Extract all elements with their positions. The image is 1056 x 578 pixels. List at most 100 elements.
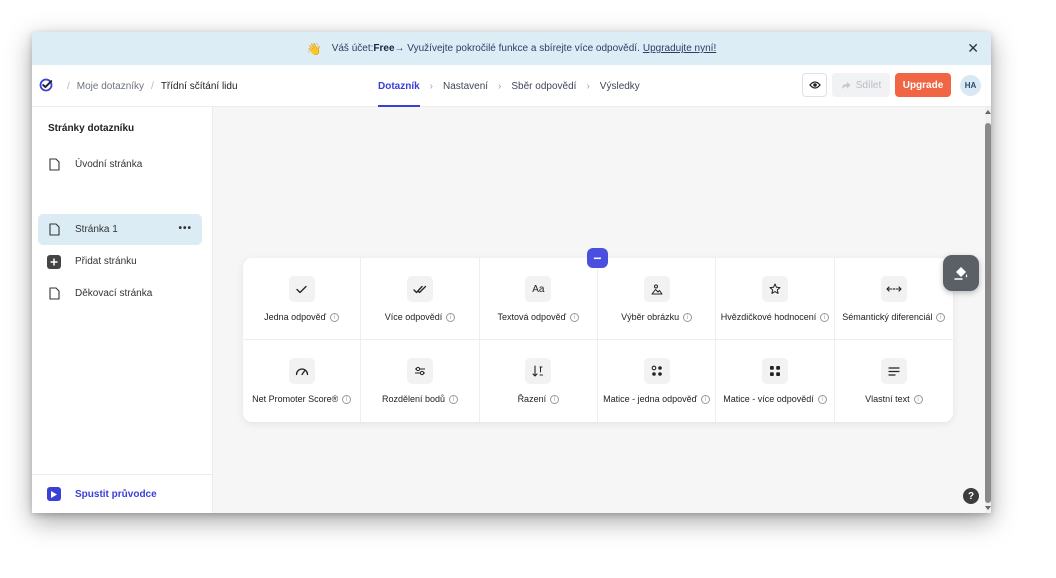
info-icon[interactable]: i [701, 394, 711, 404]
plus-icon [47, 254, 61, 269]
chevron-right-icon: › [586, 80, 590, 92]
info-icon[interactable]: i [570, 312, 580, 322]
question-type-label: Textová odpověď [497, 312, 567, 322]
question-type-semanticky-diferencial[interactable]: Sémantický diferenciál i [834, 258, 953, 340]
info-icon[interactable]: i [817, 394, 827, 404]
question-type-panel: Jedna odpověď i Více odpovědí i Aa Textová… [243, 258, 953, 422]
sidebar-item-label: Děkovací stránka [75, 288, 153, 299]
question-type-matice-jedna-odpoved[interactable]: Matice - jedna odpověď i [598, 340, 717, 422]
arrows-icon [880, 276, 907, 302]
breadcrumb-separator: / [151, 80, 154, 92]
question-type-label: Matice - jedna odpověď [603, 394, 698, 404]
breadcrumb-separator: / [67, 80, 70, 92]
matrix-single-icon [643, 358, 670, 384]
collapse-panel-button[interactable]: − [587, 248, 608, 268]
app-window: 👋 Váš účet: Free → Využívejte pokročilé … [32, 32, 991, 513]
info-icon[interactable]: i [330, 312, 340, 322]
scrollbar-thumb[interactable] [985, 123, 991, 503]
question-type-label: Řazení [517, 394, 547, 404]
question-type-vice-odpovedi[interactable]: Více odpovědí i [361, 258, 480, 340]
sidebar-item-uvodni-stranka[interactable]: Úvodní stránka [38, 149, 202, 180]
question-type-grid: Jedna odpověď i Více odpovědí i Aa Textová… [243, 258, 953, 422]
info-icon[interactable]: i [936, 312, 946, 322]
question-type-razeni[interactable]: Řazení i [480, 340, 598, 422]
sidebar-item-stranka-1[interactable]: Stránka 1 ••• [38, 214, 202, 245]
tab-vysledky[interactable]: Výsledky [600, 65, 640, 107]
question-type-textova-odpoved[interactable]: Aa Textová odpověď i [479, 258, 598, 340]
info-icon[interactable]: i [820, 312, 830, 322]
theme-design-button[interactable] [943, 255, 979, 291]
start-guide-label: Spustit průvodce [75, 488, 157, 500]
text-icon: Aa [525, 276, 552, 302]
question-type-vlastni-text[interactable]: Vlastní text i [835, 340, 953, 422]
info-icon[interactable]: i [683, 312, 693, 322]
tab-sber-odpovedi[interactable]: Sběr odpovědí [511, 65, 576, 107]
banner-message: → Využívejte pokročilé funkce a sbírejte… [394, 43, 640, 54]
sliders-icon [406, 358, 433, 384]
page-icon [47, 223, 61, 237]
banner-plan: Free [373, 43, 395, 54]
breadcrumb-parent[interactable]: Moje dotazníky [77, 81, 144, 92]
scrollbar[interactable] [985, 107, 991, 513]
upgrade-link[interactable]: Upgradujte nyní! [643, 43, 716, 54]
question-type-label: Net Promoter Score® [252, 394, 339, 404]
breadcrumb: / Moje dotazníky / Třídní sčítání lidu [60, 65, 238, 107]
sidebar-item-pridat-stranku[interactable]: Přidat stránku [38, 246, 202, 277]
image-icon [643, 276, 670, 302]
sort-icon [525, 358, 552, 384]
share-button[interactable]: Sdílet [832, 73, 890, 97]
question-type-rozdeleni-bodu[interactable]: Rozdělení bodů i [361, 340, 480, 422]
double-check-icon [406, 276, 433, 302]
logo-check-icon[interactable] [39, 78, 53, 92]
close-banner-icon[interactable]: ✕ [967, 40, 979, 57]
question-type-label: Hvězdičkové hodnocení [720, 312, 817, 322]
banner-prefix: Váš účet: [331, 43, 374, 54]
preview-button[interactable] [802, 73, 827, 97]
question-type-vyber-obrazku[interactable]: Výběr obrázku i [598, 258, 717, 340]
sidebar: Stránky dotazníku Úvodní stránka Stránka… [32, 107, 213, 513]
upgrade-button[interactable]: Upgrade [895, 73, 951, 97]
info-icon[interactable]: i [342, 394, 352, 404]
question-type-nps[interactable]: Net Promoter Score® i [243, 340, 362, 422]
star-icon [761, 276, 788, 302]
question-type-label: Více odpovědí [384, 312, 443, 322]
info-icon[interactable]: i [913, 394, 923, 404]
question-type-label: Vlastní text [865, 394, 910, 404]
paragraph-icon [880, 358, 907, 384]
play-icon [47, 487, 61, 501]
sidebar-item-label: Přidat stránku [75, 256, 137, 267]
account-banner: 👋 Váš účet: Free → Využívejte pokročilé … [32, 32, 991, 65]
eye-icon [808, 81, 821, 89]
info-icon[interactable]: i [449, 394, 459, 404]
chevron-right-icon: › [429, 80, 434, 92]
sidebar-title: Stránky dotazníku [48, 123, 135, 134]
question-type-label: Rozdělení bodů [381, 394, 446, 404]
info-icon[interactable]: i [446, 312, 456, 322]
check-icon [288, 276, 315, 302]
question-type-jedna-odpoved[interactable]: Jedna odpověď i [243, 258, 362, 340]
page-icon [47, 158, 61, 172]
info-icon[interactable]: i [550, 394, 560, 404]
tab-nastaveni[interactable]: Nastavení [443, 65, 488, 107]
question-type-label: Matice - více odpovědí [723, 394, 814, 404]
question-type-label: Sémantický diferenciál [842, 312, 933, 322]
question-type-hvezdickove-hodnoceni[interactable]: Hvězdičkové hodnocení i [716, 258, 835, 340]
sidebar-item-label: Stránka 1 [75, 224, 118, 235]
gauge-icon [288, 358, 315, 384]
tab-dotaznik[interactable]: Dotazník [378, 65, 420, 107]
start-guide-button[interactable]: Spustit průvodce [32, 474, 213, 513]
step-navigation: Dotazník › Nastavení › Sběr odpovědí › V… [378, 65, 640, 107]
sidebar-item-dekovaci-stranka[interactable]: Děkovací stránka [38, 278, 202, 309]
chevron-right-icon: › [498, 80, 502, 92]
breadcrumb-current[interactable]: Třídní sčítání lidu [161, 81, 238, 92]
help-button[interactable]: ? [963, 488, 979, 504]
share-arrow-icon [841, 81, 851, 89]
question-type-matice-vice-odpovedi[interactable]: Matice - více odpovědí i [716, 340, 835, 422]
share-label: Sdílet [855, 79, 882, 91]
scroll-up-icon[interactable] [985, 110, 991, 114]
wave-emoji: 👋 [306, 41, 322, 56]
more-options-icon[interactable]: ••• [178, 223, 192, 234]
question-type-label: Výběr obrázku [621, 312, 680, 322]
scroll-down-icon[interactable] [985, 506, 991, 510]
avatar[interactable]: HA [960, 75, 981, 96]
